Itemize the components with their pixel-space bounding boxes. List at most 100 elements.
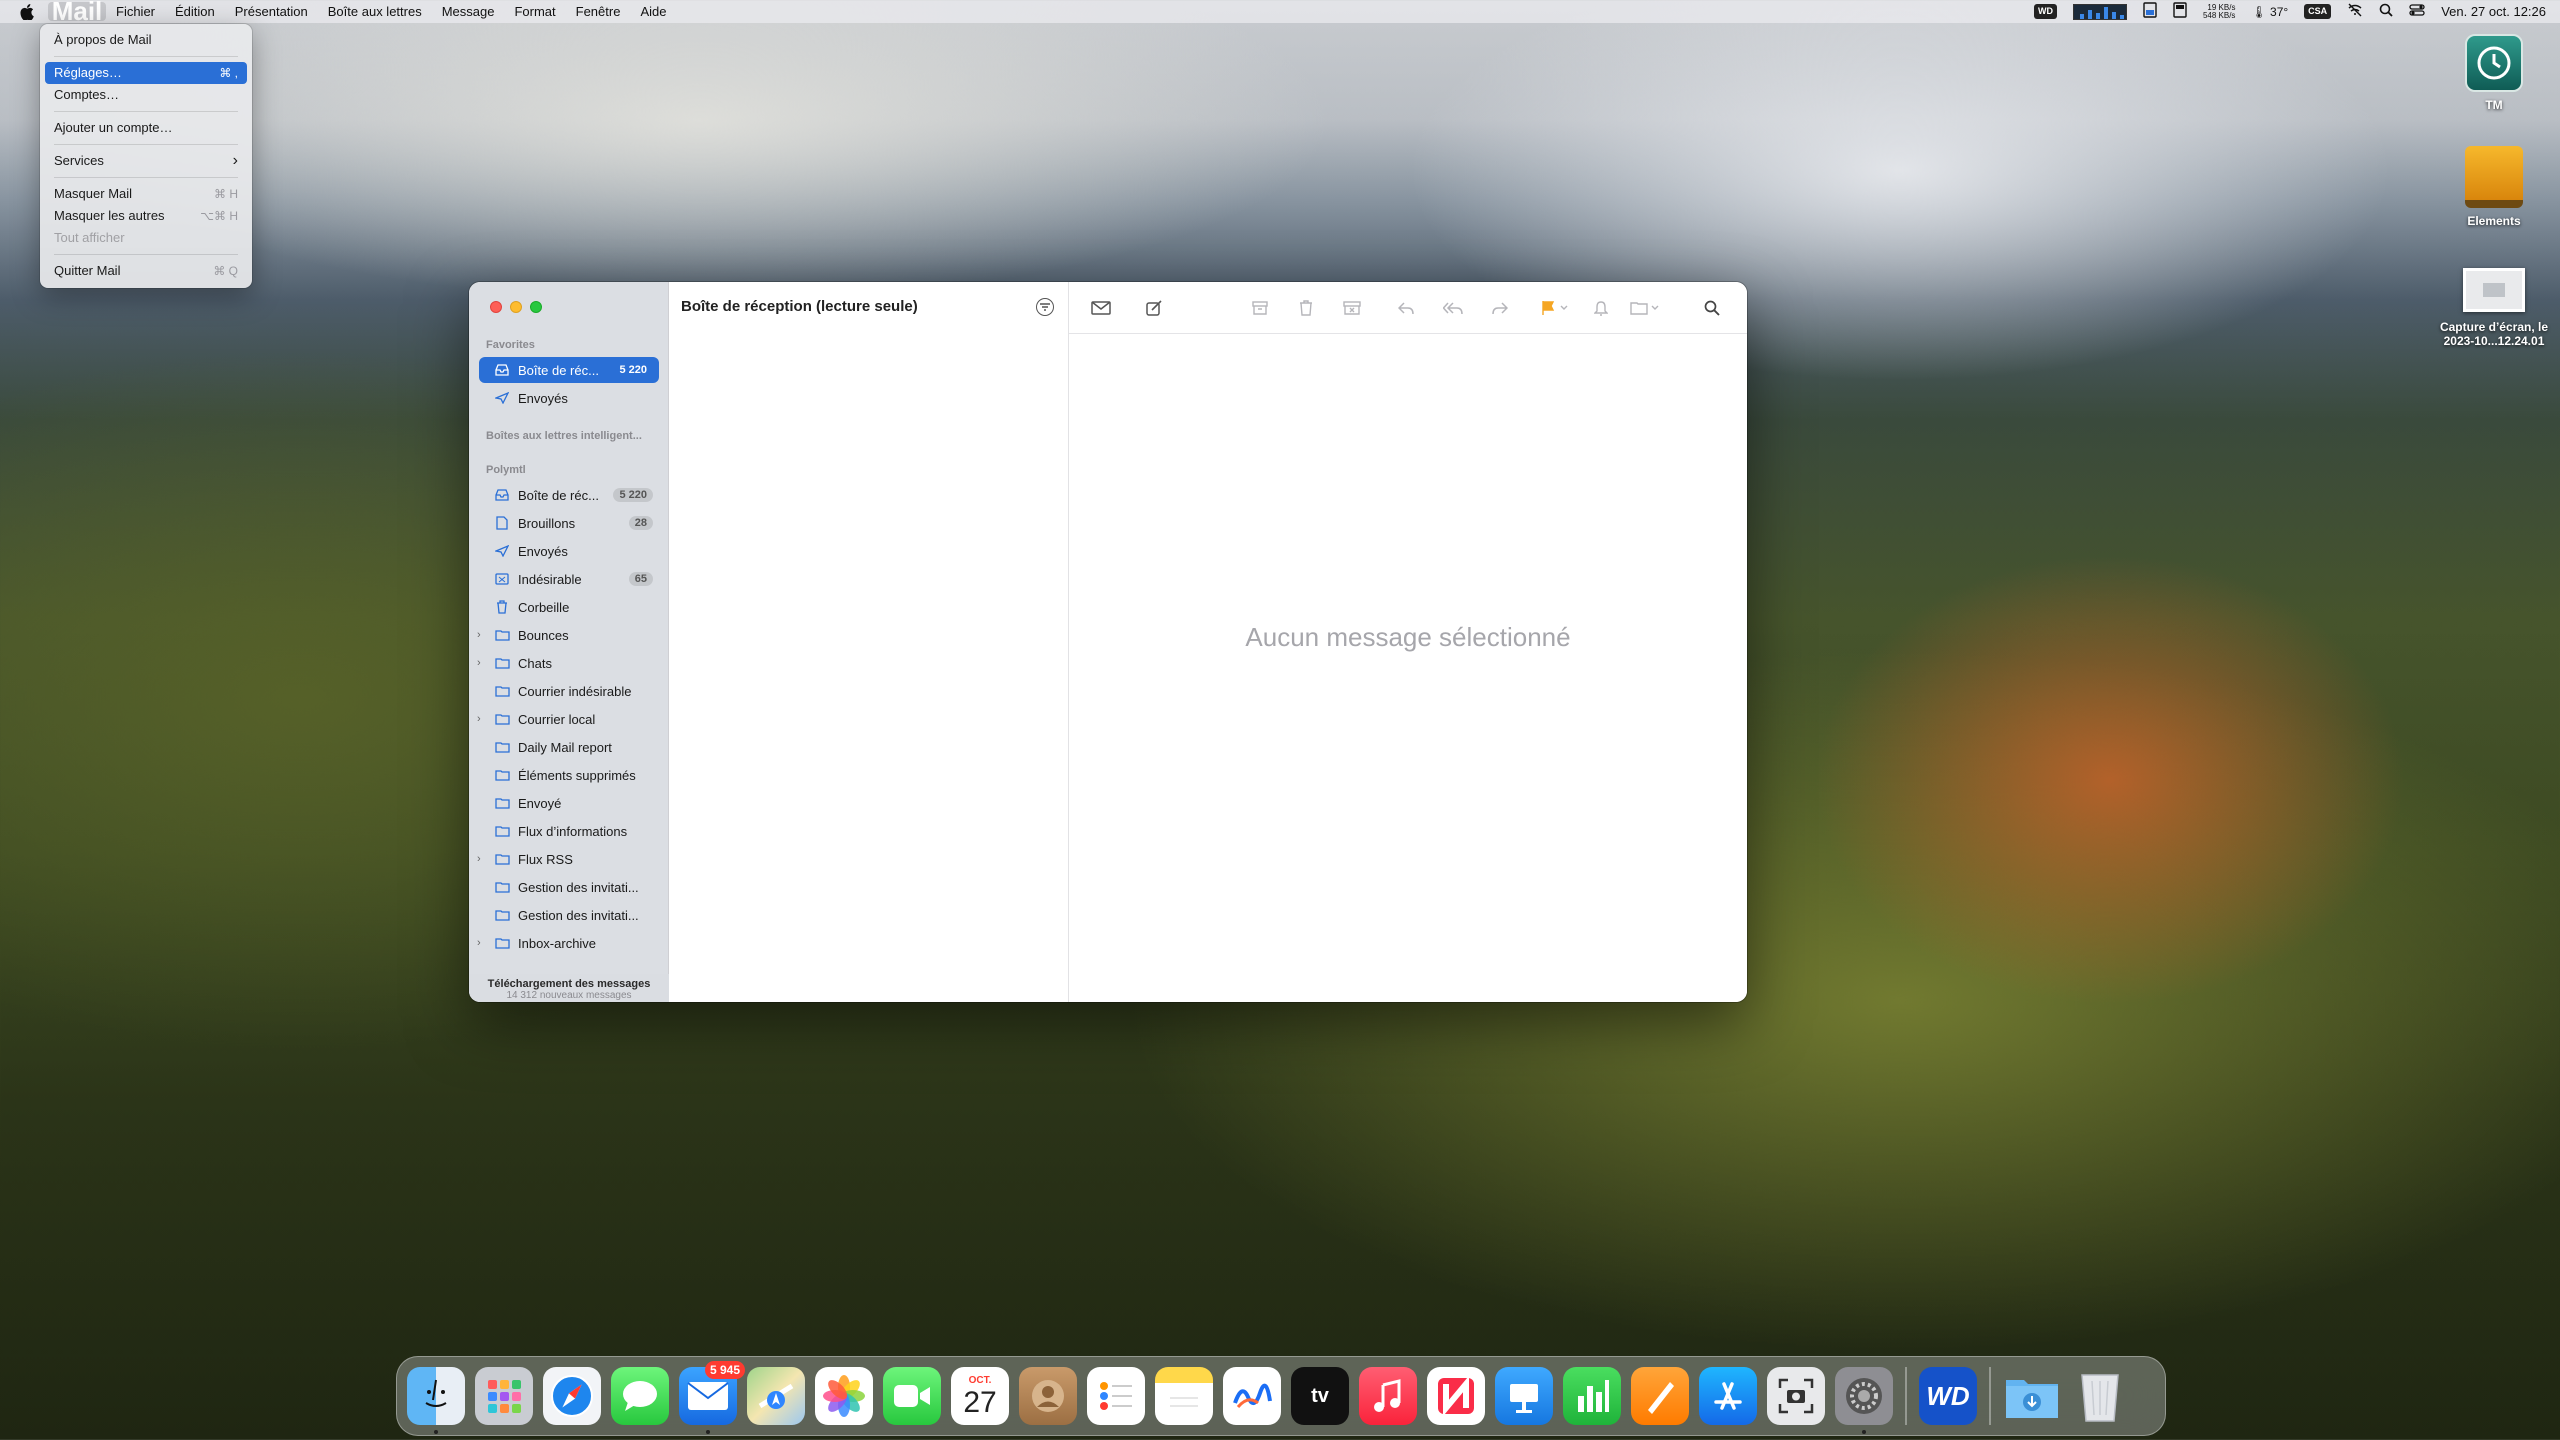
disclosure-chevron-icon[interactable]: › xyxy=(477,937,481,949)
section-smart-mailboxes[interactable]: Boîtes aux lettres intelligent... xyxy=(486,430,642,442)
zoom-button[interactable] xyxy=(530,301,542,313)
get-mail-envelope-icon[interactable] xyxy=(1090,298,1112,318)
dock-calendar-icon[interactable]: OCT. 27 xyxy=(951,1367,1009,1425)
dock-reminders-icon[interactable] xyxy=(1087,1367,1145,1425)
dock-apple-tv-icon[interactable]: tv xyxy=(1291,1367,1349,1425)
minimize-button[interactable] xyxy=(510,301,522,313)
move-to-folder-icon[interactable] xyxy=(1629,298,1661,318)
menu-aide[interactable]: Aide xyxy=(630,0,676,23)
sidebar-item-inbox[interactable]: Boîte de réc... 5 220 xyxy=(479,482,659,508)
flag-menu-chevron-icon[interactable] xyxy=(1558,298,1570,318)
sidebar-item-courrier-indesirable[interactable]: Courrier indésirable xyxy=(479,678,659,704)
close-button[interactable] xyxy=(490,301,502,313)
dock-news-icon[interactable] xyxy=(1427,1367,1485,1425)
desktop-icon-tm[interactable]: TM xyxy=(2434,34,2554,112)
filter-icon[interactable] xyxy=(1036,298,1054,316)
dock-safari-icon[interactable] xyxy=(543,1367,601,1425)
wifi-off-icon[interactable] xyxy=(2347,3,2363,20)
menu-boite-aux-lettres[interactable]: Boîte aux lettres xyxy=(318,0,432,23)
dock-launchpad-icon[interactable] xyxy=(475,1367,533,1425)
desktop-icon-screenshot[interactable]: Capture d’écran, le 2023-10...12.24.01 xyxy=(2424,268,2560,348)
sidebar-item-bounces[interactable]: › Bounces xyxy=(477,622,659,648)
spotlight-search-icon[interactable] xyxy=(2379,3,2393,20)
dock-screenshot-icon[interactable] xyxy=(1767,1367,1825,1425)
sidebar-item-envoye[interactable]: Envoyé xyxy=(479,790,659,816)
desktop-icon-elements[interactable]: Elements xyxy=(2434,146,2554,228)
sidebar-item-elements-supprimes[interactable]: Éléments supprimés xyxy=(479,762,659,788)
sidebar-item-fav-inbox[interactable]: Boîte de réc... 5 220 xyxy=(479,357,659,383)
dock-downloads-folder-icon[interactable] xyxy=(2003,1367,2061,1425)
dock-music-icon[interactable] xyxy=(1359,1367,1417,1425)
menu-item-reglages[interactable]: Réglages… ⌘ , xyxy=(45,62,247,84)
menu-item-a-propos[interactable]: À propos de Mail xyxy=(45,29,247,51)
dock-freeform-icon[interactable] xyxy=(1223,1367,1281,1425)
dock-messages-icon[interactable] xyxy=(611,1367,669,1425)
clock-text[interactable]: Ven. 27 oct. 12:26 xyxy=(2441,4,2546,19)
sidebar-item-courrier-local[interactable]: › Courrier local xyxy=(477,706,659,732)
sidebar-item-drafts[interactable]: Brouillons 28 xyxy=(479,510,659,536)
csa-status-icon[interactable]: CSA xyxy=(2304,4,2332,19)
dock-mail-icon[interactable]: 5 945 xyxy=(679,1361,745,1434)
sidebar-item-trash[interactable]: Corbeille xyxy=(479,594,659,620)
mute-bell-icon[interactable] xyxy=(1590,298,1612,318)
section-favorites[interactable]: Favorites xyxy=(486,339,535,351)
sidebar-item-flux-rss[interactable]: › Flux RSS xyxy=(477,846,659,872)
sidebar-item-gestion-invitations-2[interactable]: Gestion des invitati... xyxy=(479,902,659,928)
menu-message[interactable]: Message xyxy=(432,0,505,23)
menu-mail[interactable]: Mail xyxy=(48,0,106,24)
menu-item-comptes[interactable]: Comptes… xyxy=(45,84,247,106)
menu-fichier[interactable]: Fichier xyxy=(106,0,165,23)
temperature-text[interactable]: 🌡 37° xyxy=(2251,5,2288,19)
reply-icon[interactable] xyxy=(1395,298,1417,318)
dock-contacts-icon[interactable] xyxy=(1019,1367,1077,1425)
forward-icon[interactable] xyxy=(1489,298,1511,318)
dock-keynote-icon[interactable] xyxy=(1495,1367,1553,1425)
disclosure-chevron-icon[interactable]: › xyxy=(477,853,481,865)
sidebar-item-sent[interactable]: Envoyés xyxy=(479,538,659,564)
sidebar-item-flux-informations[interactable]: Flux d’informations xyxy=(479,818,659,844)
menu-format[interactable]: Format xyxy=(504,0,565,23)
menu-fenetre[interactable]: Fenêtre xyxy=(566,0,631,23)
sidebar-item-fav-sent[interactable]: Envoyés xyxy=(479,385,659,411)
flag-icon[interactable] xyxy=(1537,298,1559,318)
menu-item-ajouter-compte[interactable]: Ajouter un compte… xyxy=(45,117,247,139)
dock-wd-discovery-icon[interactable]: WD xyxy=(1919,1367,1977,1425)
control-center-icon[interactable] xyxy=(2409,3,2425,20)
menu-item-services[interactable]: Services › xyxy=(45,150,247,172)
archive-icon[interactable] xyxy=(1249,298,1271,318)
menu-item-masquer-mail[interactable]: Masquer Mail ⌘ H xyxy=(45,183,247,205)
disclosure-chevron-icon[interactable]: › xyxy=(477,713,481,725)
dock-system-settings-icon[interactable] xyxy=(1835,1367,1893,1434)
dock-finder-icon[interactable] xyxy=(407,1367,465,1434)
compose-icon[interactable] xyxy=(1143,298,1165,318)
dock-pages-icon[interactable] xyxy=(1631,1367,1689,1425)
disclosure-chevron-icon[interactable]: › xyxy=(477,657,481,669)
sidebar-item-inbox-archive[interactable]: › Inbox-archive xyxy=(477,930,659,956)
menu-item-quitter[interactable]: Quitter Mail ⌘ Q xyxy=(45,260,247,282)
network-rate[interactable]: 19 KB/s 548 KB/s xyxy=(2203,3,2235,20)
dock-numbers-icon[interactable] xyxy=(1563,1367,1621,1425)
dock-maps-icon[interactable] xyxy=(747,1367,805,1425)
disk-icon[interactable] xyxy=(2173,2,2187,21)
section-account-polymtl[interactable]: Polymtl xyxy=(486,464,526,476)
sidebar-item-gestion-invitations-1[interactable]: Gestion des invitati... xyxy=(479,874,659,900)
menu-edition[interactable]: Édition xyxy=(165,0,225,23)
cpu-graph-icon[interactable] xyxy=(2072,3,2127,20)
disclosure-chevron-icon[interactable]: › xyxy=(477,629,481,641)
apple-menu-icon[interactable] xyxy=(18,3,36,21)
dock-notes-icon[interactable] xyxy=(1155,1367,1213,1425)
sidebar-item-chats[interactable]: › Chats xyxy=(477,650,659,676)
wd-status-icon[interactable]: WD xyxy=(2033,4,2057,19)
reply-all-icon[interactable] xyxy=(1442,298,1464,318)
menu-item-masquer-autres[interactable]: Masquer les autres ⌥⌘ H xyxy=(45,205,247,227)
dock-photos-icon[interactable] xyxy=(815,1367,873,1425)
memory-icon[interactable] xyxy=(2143,2,2157,21)
trash-icon[interactable] xyxy=(1295,298,1317,318)
dock-app-store-icon[interactable] xyxy=(1699,1367,1757,1425)
sidebar-item-junk[interactable]: Indésirable 65 xyxy=(479,566,659,592)
dock-trash-icon[interactable] xyxy=(2071,1367,2129,1425)
sidebar-item-daily-mail-report[interactable]: Daily Mail report xyxy=(479,734,659,760)
dock-facetime-icon[interactable] xyxy=(883,1367,941,1425)
search-icon[interactable] xyxy=(1701,298,1723,318)
menu-presentation[interactable]: Présentation xyxy=(225,0,318,23)
